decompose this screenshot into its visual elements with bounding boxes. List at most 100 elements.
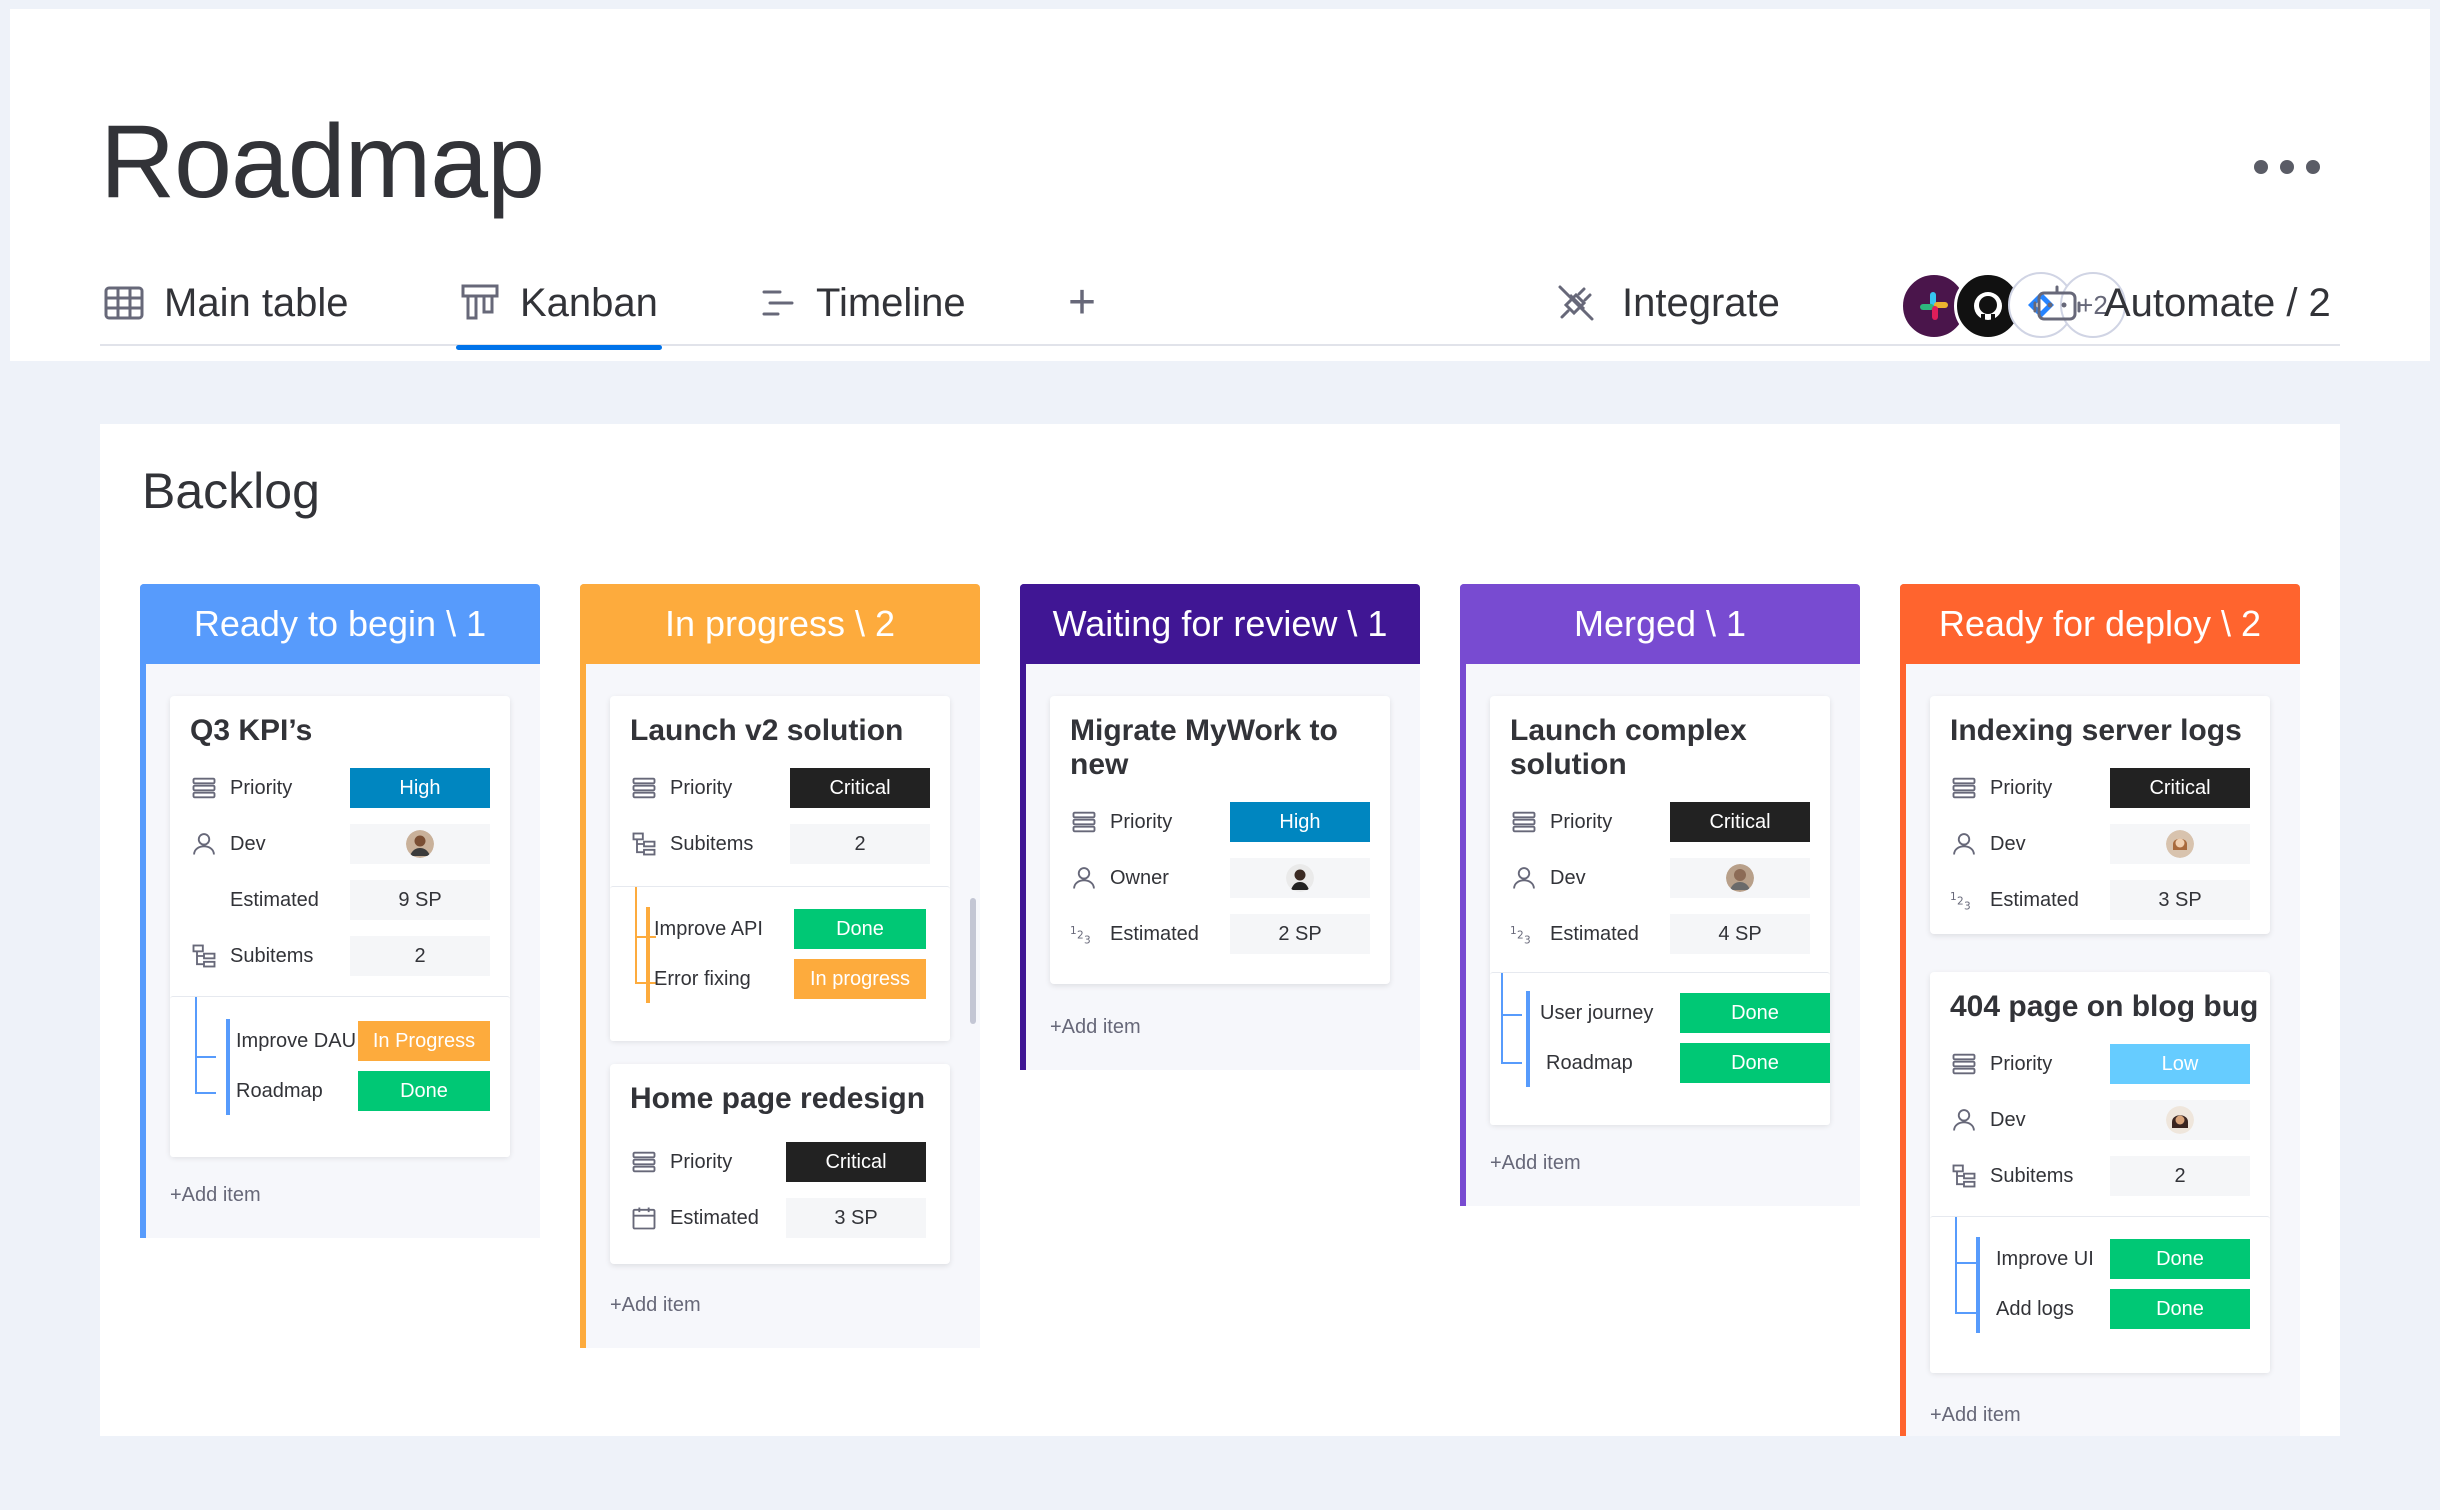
subitem-status[interactable]: In Progress	[358, 1021, 490, 1061]
subitem-status[interactable]: Done	[2110, 1289, 2250, 1329]
column-header[interactable]: In progress \ 2	[580, 584, 980, 664]
estimated-value[interactable]: 3 SP	[786, 1198, 926, 1238]
kanban-column-waiting-for-review: Waiting for review \ 1 Migrate MyWork to…	[1020, 584, 1420, 1070]
dev-cell[interactable]	[2110, 824, 2250, 864]
subitem-status[interactable]: Done	[1680, 1043, 1830, 1083]
kanban-card[interactable]: Q3 KPI’s Priority High Dev Estimated 9 S…	[170, 696, 510, 1157]
subitem-name[interactable]: Improve UI	[1996, 1239, 2094, 1279]
subitems-count[interactable]: 2	[2110, 1156, 2250, 1196]
subitem-name[interactable]: User journey	[1540, 993, 1653, 1033]
priority-status[interactable]: Critical	[790, 768, 930, 808]
estimated-value[interactable]: 9 SP	[350, 880, 490, 920]
subitem-border	[1526, 991, 1530, 1087]
avatar	[1286, 864, 1314, 892]
subitem-name[interactable]: Add logs	[1996, 1289, 2074, 1329]
dev-cell[interactable]	[1670, 858, 1810, 898]
tab-label: Kanban	[520, 280, 658, 325]
add-view-button[interactable]: +	[1068, 268, 1096, 338]
more-options-button[interactable]	[2254, 160, 2320, 174]
tab-kanban[interactable]: Kanban	[456, 262, 662, 350]
owner-cell[interactable]	[1230, 858, 1370, 898]
subitem-status[interactable]: Done	[358, 1071, 490, 1111]
priority-status[interactable]: Critical	[2110, 768, 2250, 808]
estimated-value[interactable]: 2 SP	[1230, 914, 1370, 954]
column-header[interactable]: Merged \ 1	[1460, 584, 1860, 664]
scrollbar[interactable]	[970, 898, 976, 1024]
subitem-status[interactable]: In progress	[794, 959, 926, 999]
robot-icon	[2033, 285, 2081, 321]
priority-icon	[190, 774, 218, 802]
person-icon	[1070, 864, 1098, 892]
subitem-name[interactable]: Error fixing	[654, 959, 751, 999]
subitem-name[interactable]: Improve API	[654, 909, 763, 949]
person-icon	[190, 830, 218, 858]
kanban-column-ready-to-begin: Ready to begin \ 1 Q3 KPI’s Priority Hig…	[140, 584, 540, 1238]
card-title: Launch v2 solution	[630, 714, 904, 747]
subitem-name[interactable]: Roadmap	[236, 1071, 323, 1111]
subitem-status[interactable]: Done	[794, 909, 926, 949]
add-item-button[interactable]: +Add item	[1490, 1152, 1581, 1175]
add-item-button[interactable]: +Add item	[1050, 1016, 1141, 1039]
subitem-status[interactable]: Done	[2110, 1239, 2250, 1279]
field-dev: Dev	[190, 824, 266, 864]
automate-button[interactable]: Automate / 2	[2032, 262, 2331, 344]
kanban-card[interactable]: Launch v2 solution Priority Critical Sub…	[610, 696, 950, 1041]
kanban-card[interactable]: Home page redesign Priority Critical Est…	[610, 1064, 950, 1264]
kanban-card[interactable]: Launch complex solution Priority Critica…	[1490, 696, 1830, 1125]
field-priority: Priority	[630, 768, 732, 808]
subitems-count[interactable]: 2	[350, 936, 490, 976]
priority-status[interactable]: High	[1230, 802, 1370, 842]
field-priority: Priority	[1950, 768, 2052, 808]
numbers-icon	[1510, 920, 1538, 948]
subitem-name[interactable]: Improve DAU	[236, 1021, 356, 1061]
page-title: Roadmap	[100, 104, 545, 220]
column-header[interactable]: Ready for deploy \ 2	[1900, 584, 2300, 664]
kanban-card[interactable]: Indexing server logs Priority Critical D…	[1930, 696, 2270, 934]
estimated-value[interactable]: 3 SP	[2110, 880, 2250, 920]
field-estimated: Estimated	[230, 888, 319, 911]
subitems-icon	[190, 942, 218, 970]
add-item-button[interactable]: +Add item	[170, 1184, 261, 1207]
plug-icon	[1558, 285, 1594, 321]
avatar	[1726, 864, 1754, 892]
field-dev: Dev	[1950, 824, 2026, 864]
dev-cell[interactable]	[350, 824, 490, 864]
tab-label: Main table	[164, 280, 349, 325]
priority-status[interactable]: Critical	[786, 1142, 926, 1182]
priority-status[interactable]: High	[350, 768, 490, 808]
tree-connector	[1955, 1217, 1976, 1314]
priority-icon	[1070, 808, 1098, 836]
table-icon	[630, 1148, 658, 1176]
kanban-card[interactable]: Migrate MyWork to new Priority High Owne…	[1050, 696, 1390, 984]
estimated-value[interactable]: 4 SP	[1670, 914, 1810, 954]
subitems-icon	[1950, 1162, 1978, 1190]
column-header[interactable]: Ready to begin \ 1	[140, 584, 540, 664]
automate-label: Automate / 2	[2104, 280, 2331, 325]
avatar	[2166, 1106, 2194, 1134]
tab-timeline[interactable]: Timeline	[760, 262, 966, 344]
subitems-list: Improve API Done Error fixing In progres…	[610, 886, 950, 1041]
avatar	[2166, 830, 2194, 858]
kanban-icon	[461, 284, 499, 320]
dot-icon	[2306, 160, 2320, 174]
tree-connector	[1501, 973, 1522, 1064]
integrate-button[interactable]: Integrate	[1556, 262, 1780, 344]
dev-cell[interactable]	[2110, 1100, 2250, 1140]
priority-status[interactable]: Critical	[1670, 802, 1810, 842]
priority-status[interactable]: Low	[2110, 1044, 2250, 1084]
kanban-card[interactable]: 404 page on blog bug Priority Low Dev Su…	[1930, 972, 2270, 1373]
card-title: 404 page on blog bug	[1950, 990, 2259, 1023]
subitem-status[interactable]: Done	[1680, 993, 1830, 1033]
add-item-button[interactable]: +Add item	[1930, 1404, 2021, 1427]
kanban-column-merged: Merged \ 1 Launch complex solution Prior…	[1460, 584, 1860, 1206]
field-priority: Priority	[630, 1142, 732, 1182]
calendar-icon	[630, 1204, 658, 1232]
person-icon	[1510, 864, 1538, 892]
subitem-name[interactable]: Roadmap	[1546, 1043, 1633, 1083]
field-priority: Priority	[1510, 802, 1612, 842]
add-item-button[interactable]: +Add item	[610, 1294, 701, 1317]
subitems-count[interactable]: 2	[790, 824, 930, 864]
kanban-column-in-progress: In progress \ 2 Launch v2 solution Prior…	[580, 584, 980, 1348]
column-header[interactable]: Waiting for review \ 1	[1020, 584, 1420, 664]
tab-main-table[interactable]: Main table	[104, 262, 349, 344]
